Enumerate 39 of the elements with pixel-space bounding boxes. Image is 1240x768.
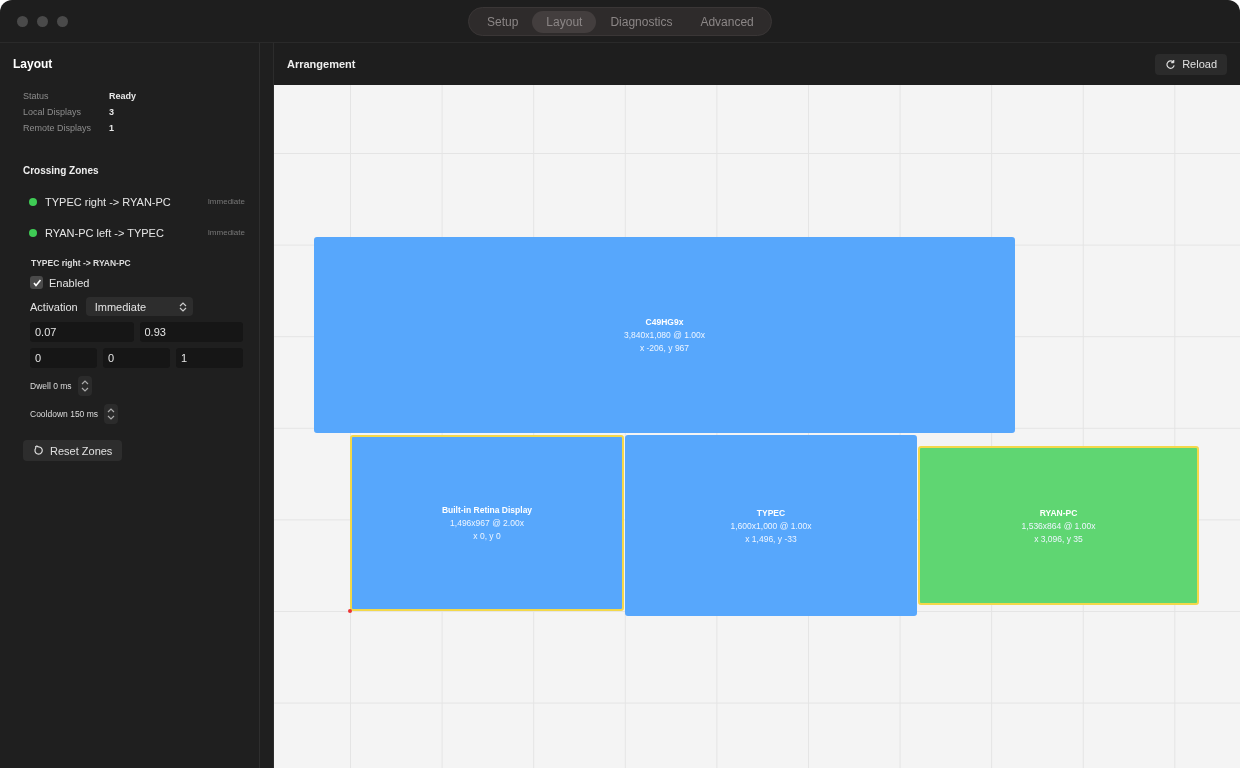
tab[interactable]: Setup <box>473 10 533 33</box>
origin-marker <box>348 609 352 613</box>
chevron-updown-icon <box>106 406 117 422</box>
section-title: Crossing Zones <box>23 165 100 176</box>
checkbox[interactable] <box>30 276 43 289</box>
activation-select[interactable]: Immediate <box>85 297 193 316</box>
reload-icon <box>1165 58 1177 70</box>
number-field[interactable]: 0 <box>103 348 170 368</box>
number-field[interactable]: 1 <box>176 348 243 368</box>
stat-value: 1 <box>109 123 115 133</box>
stepper[interactable] <box>77 376 92 396</box>
editor-title: TYPEC right -> RYAN-PC <box>31 258 132 268</box>
reset-icon <box>33 445 44 456</box>
stepper-label: Cooldown 150 ms <box>30 409 99 419</box>
stat-label: Status <box>23 91 50 101</box>
checkbox-label: Enabled <box>49 276 90 289</box>
stepper-label: Dwell 0 ms <box>30 381 72 391</box>
stat-value: 3 <box>109 107 115 117</box>
chevron-updown-icon <box>79 378 90 394</box>
reset-zones-button[interactable]: Reset Zones <box>23 440 123 461</box>
number-field[interactable]: 0.07 <box>30 322 134 342</box>
zone-mode: Immediate <box>207 197 245 206</box>
zone-name[interactable]: RYAN-PC left -> TYPEC <box>45 226 208 239</box>
tab[interactable]: Advanced <box>686 10 768 33</box>
zone-mode: Immediate <box>207 228 245 237</box>
tab[interactable]: Diagnostics <box>596 10 687 33</box>
checkmark-icon <box>31 277 42 288</box>
field-label: Activation <box>30 300 78 313</box>
stepper[interactable] <box>104 404 119 424</box>
number-field[interactable]: 0.93 <box>139 322 243 342</box>
stat-label: Remote Displays <box>23 123 93 133</box>
zone-name[interactable]: TYPEC right -> RYAN-PC <box>45 195 208 208</box>
reload-button[interactable]: Reload <box>1155 53 1227 75</box>
panel-title: Arrangement <box>287 58 356 70</box>
stat-value: Ready <box>109 91 137 101</box>
chevron-updown-icon <box>178 301 187 312</box>
stat-label: Local Displays <box>23 107 83 117</box>
number-field[interactable]: 0 <box>30 348 97 368</box>
sidebar-title: Layout <box>13 57 54 71</box>
